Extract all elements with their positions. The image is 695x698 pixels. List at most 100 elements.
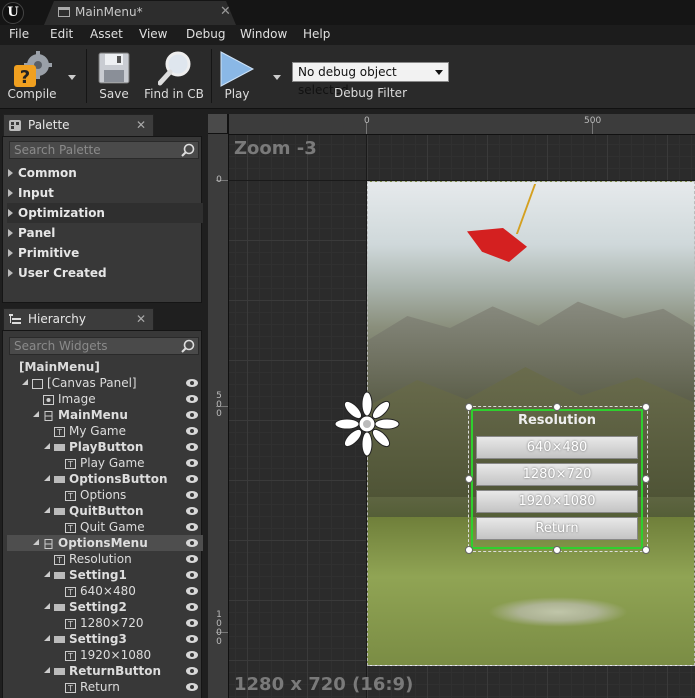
setting3-button[interactable]: 1920×1080 bbox=[476, 490, 638, 513]
hierarchy-item[interactable]: T Resolution bbox=[7, 551, 203, 567]
visibility-eye-icon[interactable] bbox=[186, 507, 198, 515]
palette-category-input[interactable]: Input bbox=[7, 183, 203, 203]
ruler-label: 500 bbox=[584, 116, 602, 126]
search-widgets-input[interactable] bbox=[10, 338, 182, 354]
palette-category-common[interactable]: Common bbox=[7, 163, 203, 183]
setting2-button[interactable]: 1280×720 bbox=[476, 463, 638, 486]
resize-handle-ne[interactable] bbox=[642, 403, 650, 411]
close-icon[interactable]: ✕ bbox=[136, 312, 146, 326]
palette-category-primitive[interactable]: Primitive bbox=[7, 243, 203, 263]
expand-arrow-icon[interactable] bbox=[22, 379, 28, 385]
menu-asset[interactable]: Asset bbox=[90, 27, 123, 41]
hierarchy-item[interactable]: QuitButton bbox=[7, 503, 203, 519]
visibility-eye-icon[interactable] bbox=[186, 475, 198, 483]
svg-text:T: T bbox=[67, 652, 73, 661]
menu-edit[interactable]: Edit bbox=[50, 27, 73, 41]
hierarchy-item[interactable]: PlayButton bbox=[7, 439, 203, 455]
menu-view[interactable]: View bbox=[139, 27, 167, 41]
menu-debug[interactable]: Debug bbox=[186, 27, 225, 41]
close-tab-icon[interactable]: ✕ bbox=[220, 4, 231, 19]
document-tab-mainmenu[interactable]: MainMenu* ✕ bbox=[44, 1, 236, 25]
visibility-eye-icon[interactable] bbox=[186, 491, 198, 499]
hierarchy-item[interactable]: ReturnButton bbox=[7, 663, 203, 679]
visibility-eye-icon[interactable] bbox=[186, 555, 198, 563]
visibility-eye-icon[interactable] bbox=[186, 523, 198, 531]
compile-button[interactable]: ? Compile bbox=[4, 47, 60, 105]
resize-handle-nw[interactable] bbox=[465, 403, 473, 411]
hierarchy-item[interactable]: T 1280×720 bbox=[7, 615, 203, 631]
hierarchy-item[interactable]: T My Game bbox=[7, 423, 203, 439]
palette-category-user-created[interactable]: User Created bbox=[7, 263, 203, 283]
visibility-eye-icon[interactable] bbox=[186, 443, 198, 451]
hierarchy-item[interactable]: T Options bbox=[7, 487, 203, 503]
visibility-eye-icon[interactable] bbox=[186, 411, 198, 419]
palette-tab[interactable]: Palette ✕ bbox=[3, 114, 154, 136]
visibility-eye-icon[interactable] bbox=[186, 683, 198, 691]
hierarchy-item[interactable]: [MainMenu] bbox=[7, 359, 203, 375]
expand-arrow-icon[interactable] bbox=[44, 603, 50, 609]
options-menu-widget[interactable]: Resolution 640×480 1280×720 1920×1080 Re… bbox=[471, 409, 643, 549]
resize-handle-e[interactable] bbox=[642, 475, 650, 483]
visibility-eye-icon[interactable] bbox=[186, 571, 198, 579]
visibility-eye-icon[interactable] bbox=[186, 379, 198, 387]
hierarchy-item[interactable]: Setting3 bbox=[7, 631, 203, 647]
return-button[interactable]: Return bbox=[476, 517, 638, 540]
find-in-cb-button[interactable]: Find in CB bbox=[141, 47, 207, 105]
expand-arrow-icon[interactable] bbox=[44, 475, 50, 481]
hierarchy-item[interactable]: MainMenu bbox=[7, 407, 203, 423]
hierarchy-item[interactable]: T 640×480 bbox=[7, 583, 203, 599]
visibility-eye-icon[interactable] bbox=[186, 635, 198, 643]
hierarchy-item[interactable]: T 1920×1080 bbox=[7, 647, 203, 663]
visibility-eye-icon[interactable] bbox=[186, 651, 198, 659]
expand-arrow-icon[interactable] bbox=[33, 539, 39, 545]
category-label: Input bbox=[18, 186, 54, 200]
button-icon bbox=[54, 442, 65, 452]
resize-handle-n[interactable] bbox=[553, 403, 561, 411]
play-options-chevron-icon[interactable] bbox=[273, 75, 281, 80]
visibility-eye-icon[interactable] bbox=[186, 395, 198, 403]
anchor-icon[interactable] bbox=[334, 391, 400, 457]
menu-help[interactable]: Help bbox=[303, 27, 330, 41]
menu-window[interactable]: Window bbox=[240, 27, 287, 41]
compile-options-chevron-icon[interactable] bbox=[68, 75, 76, 80]
visibility-eye-icon[interactable] bbox=[186, 459, 198, 467]
expand-arrow-icon[interactable] bbox=[44, 635, 50, 641]
hierarchy-tab[interactable]: Hierarchy ✕ bbox=[3, 308, 154, 330]
hierarchy-item[interactable]: T Quit Game bbox=[7, 519, 203, 535]
hierarchy-item[interactable]: T Play Game bbox=[7, 455, 203, 471]
visibility-eye-icon[interactable] bbox=[186, 667, 198, 675]
palette-category-panel[interactable]: Panel bbox=[7, 223, 203, 243]
resize-handle-w[interactable] bbox=[465, 475, 473, 483]
palette-category-optimization[interactable]: Optimization bbox=[7, 203, 203, 223]
visibility-eye-icon[interactable] bbox=[186, 619, 198, 627]
setting1-button[interactable]: 640×480 bbox=[476, 436, 638, 459]
visibility-eye-icon[interactable] bbox=[186, 427, 198, 435]
expand-arrow-icon[interactable] bbox=[33, 411, 39, 417]
expand-arrow-icon[interactable] bbox=[44, 571, 50, 577]
close-icon[interactable]: ✕ bbox=[136, 118, 146, 132]
hierarchy-item[interactable]: Setting2 bbox=[7, 599, 203, 615]
expand-arrow-icon[interactable] bbox=[44, 443, 50, 449]
hierarchy-item[interactable]: OptionsMenu bbox=[7, 535, 203, 551]
visibility-eye-icon[interactable] bbox=[186, 587, 198, 595]
menu-file[interactable]: File bbox=[9, 27, 29, 41]
hierarchy-item[interactable]: [Canvas Panel] bbox=[7, 375, 203, 391]
play-button[interactable]: Play bbox=[214, 47, 260, 105]
expand-arrow-icon[interactable] bbox=[44, 507, 50, 513]
hierarchy-item[interactable]: Setting1 bbox=[7, 567, 203, 583]
search-icon bbox=[181, 339, 195, 353]
hierarchy-item[interactable]: Image bbox=[7, 391, 203, 407]
designer-canvas[interactable]: Resolution 640×480 1280×720 1920×1080 Re… bbox=[208, 114, 695, 698]
magnifier-icon bbox=[158, 51, 191, 86]
hierarchy-item[interactable]: T Return bbox=[7, 679, 203, 695]
expand-arrow-icon[interactable] bbox=[44, 667, 50, 673]
resize-handle-sw[interactable] bbox=[465, 546, 473, 554]
search-palette-input[interactable] bbox=[10, 142, 182, 158]
visibility-eye-icon[interactable] bbox=[186, 539, 198, 547]
hierarchy-item[interactable]: OptionsButton bbox=[7, 471, 203, 487]
save-button[interactable]: Save bbox=[92, 47, 136, 105]
debug-object-select[interactable]: No debug object selected bbox=[292, 62, 449, 97]
visibility-eye-icon[interactable] bbox=[186, 603, 198, 611]
resize-handle-se[interactable] bbox=[642, 546, 650, 554]
resize-handle-s[interactable] bbox=[553, 546, 561, 554]
